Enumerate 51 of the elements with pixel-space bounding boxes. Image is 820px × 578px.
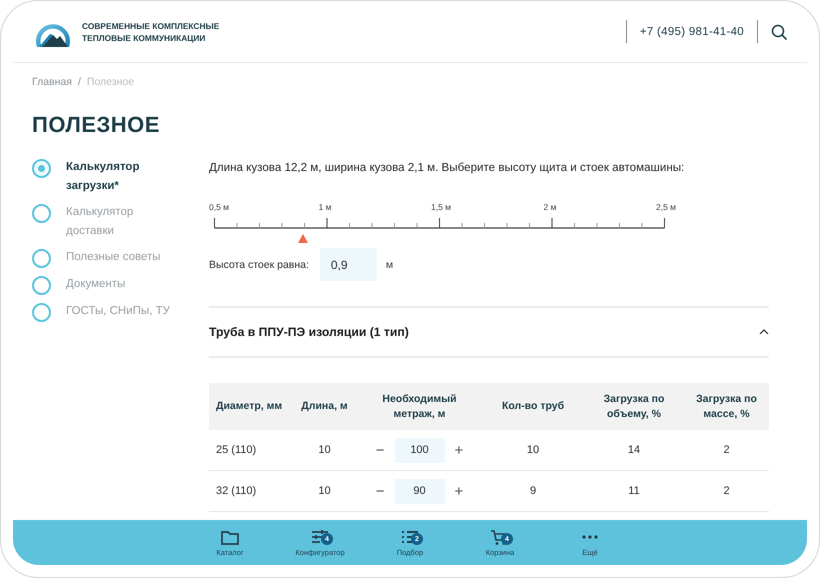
breadcrumb-separator: / — [78, 76, 81, 88]
phone-link[interactable]: +7 (495) 981-41-40 — [626, 26, 757, 38]
radio-button[interactable] — [32, 204, 51, 223]
more-icon — [582, 535, 598, 539]
instruction-text: Длина кузова 12,2 м, ширина кузова 2,1 м. Выберите высоту щита и стоек автомашины: — [209, 160, 686, 176]
unit-label: м — [386, 258, 394, 270]
height-input[interactable]: 0,9 — [320, 248, 377, 281]
scale-label: 1 м — [318, 202, 332, 212]
column-header: Необходимый метраж, м — [357, 383, 482, 430]
decrement-button[interactable]: − — [372, 482, 388, 500]
increment-button[interactable]: + — [452, 442, 466, 458]
table-cell: 9 — [482, 470, 584, 512]
table-cell: 2 — [684, 470, 769, 512]
radio-button[interactable] — [32, 303, 51, 322]
table-cell: 10 — [292, 430, 357, 470]
meterage-input[interactable]: 90 — [394, 478, 444, 504]
column-header: Загрузка по массе, % — [684, 383, 769, 430]
field-label: Высота стоек равна: — [209, 258, 309, 270]
page-title: ПОЛЕЗНОЕ — [32, 112, 161, 138]
table-cell: 14 — [584, 430, 684, 470]
scale-label: 1,5 м — [431, 202, 452, 212]
accordion-header[interactable]: Труба в ППУ-ПЭ изоляции (1 тип) — [209, 306, 769, 358]
accordion-title: Труба в ППУ-ПЭ изоляции (1 тип) — [209, 325, 409, 339]
table-cell: 10 — [482, 430, 584, 470]
decrement-button[interactable]: − — [372, 442, 388, 458]
table-cell: 2 — [684, 430, 769, 470]
table-cell: 10 — [292, 470, 357, 512]
slider-marker[interactable] — [298, 234, 308, 243]
scale-label: 2,5 м — [656, 202, 676, 212]
column-header: Диаметр, мм — [209, 383, 292, 430]
table-cell: 25 (110) — [209, 430, 292, 470]
breadcrumb-current: Полезное — [86, 76, 134, 88]
table-cell: 32 (110) — [209, 470, 292, 512]
radio-button[interactable] — [32, 249, 51, 268]
list-icon — [400, 528, 420, 546]
logo-text: СОВРЕМЕННЫЕ КОМПЛЕКСНЫЕ ТЕПЛОВЫЕ КОММУНИКАЦИИ — [82, 20, 220, 44]
scale-label: 0,5 м — [209, 202, 230, 212]
sliders-icon — [310, 528, 330, 546]
radio-button[interactable] — [32, 276, 51, 295]
table-cell: 11 — [584, 470, 684, 512]
search-icon[interactable] — [771, 24, 787, 40]
folder-icon — [220, 528, 240, 546]
sidebar-link[interactable]: Калькулятор загрузки* — [66, 158, 184, 196]
radio-button[interactable] — [32, 159, 51, 178]
meterage-input[interactable]: 100 — [394, 438, 444, 462]
column-header: Кол-во труб — [482, 383, 584, 430]
column-header: Длина, м — [292, 383, 357, 430]
column-header: Загрузка по объему, % — [584, 383, 684, 430]
chevron-icon[interactable] — [759, 328, 769, 336]
scale-label: 2 м — [544, 202, 556, 212]
increment-button[interactable]: + — [452, 482, 466, 500]
